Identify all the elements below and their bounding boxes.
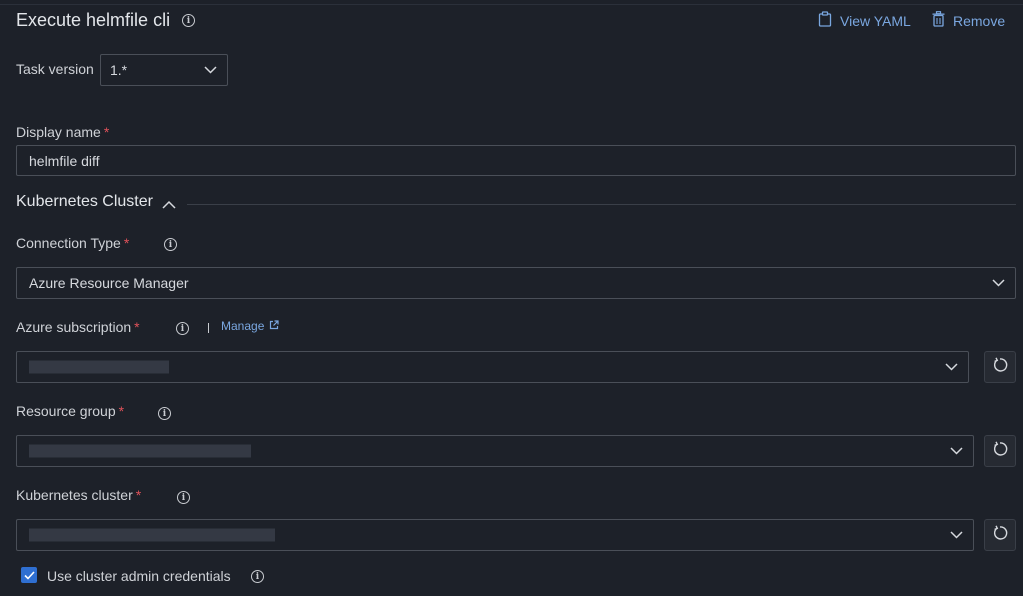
required-marker: *	[123, 235, 130, 251]
chevron-down-icon	[992, 274, 1005, 292]
refresh-icon	[992, 356, 1008, 378]
info-icon[interactable]: i	[251, 570, 264, 583]
resource-group-label: Resource group *	[16, 403, 125, 419]
redacted-value	[29, 528, 275, 542]
task-version-value: 1.*	[110, 62, 128, 78]
remove-label: Remove	[953, 12, 1006, 29]
connection-type-select[interactable]: Azure Resource Manager	[16, 267, 1016, 299]
azure-subscription-label: Azure subscription *	[16, 319, 140, 335]
azure-subscription-select[interactable]	[16, 351, 969, 383]
info-icon[interactable]: i	[164, 238, 177, 251]
top-divider	[0, 4, 1023, 5]
task-version-select[interactable]: 1.*	[100, 54, 228, 86]
info-icon[interactable]: i	[158, 407, 171, 420]
info-icon[interactable]: i	[176, 322, 189, 335]
chevron-down-icon	[950, 526, 963, 544]
display-name-label: Display name *	[16, 124, 110, 140]
admin-credentials-label: Use cluster admin credentials	[47, 568, 231, 584]
display-name-input[interactable]: helmfile diff	[16, 145, 1016, 176]
separator	[208, 323, 209, 333]
view-yaml-label: View YAML	[840, 12, 911, 29]
chevron-down-icon	[204, 61, 217, 79]
connection-type-value: Azure Resource Manager	[29, 275, 189, 291]
page-title: Execute helmfile cli	[16, 10, 171, 30]
remove-button[interactable]: Remove	[932, 11, 1005, 30]
manage-link[interactable]: Manage	[221, 319, 279, 333]
refresh-button[interactable]	[984, 435, 1016, 467]
info-icon[interactable]: i	[182, 14, 195, 27]
external-link-icon	[269, 319, 279, 333]
manage-label: Manage	[221, 319, 265, 333]
section-divider	[187, 204, 1016, 205]
chevron-up-icon[interactable]	[162, 196, 176, 214]
admin-credentials-checkbox[interactable]	[21, 567, 37, 583]
redacted-value	[29, 360, 169, 374]
view-yaml-button[interactable]: View YAML	[818, 11, 911, 30]
connection-type-label: Connection Type *	[16, 235, 130, 251]
task-version-label: Task version	[16, 61, 94, 77]
required-marker: *	[134, 319, 140, 335]
kubernetes-cluster-label: Kubernetes cluster *	[16, 487, 142, 503]
section-title-kubernetes: Kubernetes Cluster	[16, 193, 153, 210]
trash-icon	[932, 11, 945, 30]
display-name-value: helmfile diff	[29, 152, 100, 169]
required-marker: *	[118, 403, 125, 419]
kubernetes-cluster-select[interactable]	[16, 519, 974, 551]
checkmark-icon	[23, 570, 35, 580]
refresh-icon	[992, 440, 1008, 462]
redacted-value	[29, 444, 251, 458]
chevron-down-icon	[950, 442, 963, 460]
refresh-button[interactable]	[984, 519, 1016, 551]
clipboard-icon	[818, 11, 832, 30]
required-marker: *	[135, 487, 142, 503]
refresh-icon	[992, 524, 1008, 546]
info-icon[interactable]: i	[177, 491, 190, 504]
chevron-down-icon	[945, 358, 958, 376]
required-marker: *	[103, 124, 110, 140]
resource-group-select[interactable]	[16, 435, 974, 467]
refresh-button[interactable]	[984, 351, 1016, 383]
